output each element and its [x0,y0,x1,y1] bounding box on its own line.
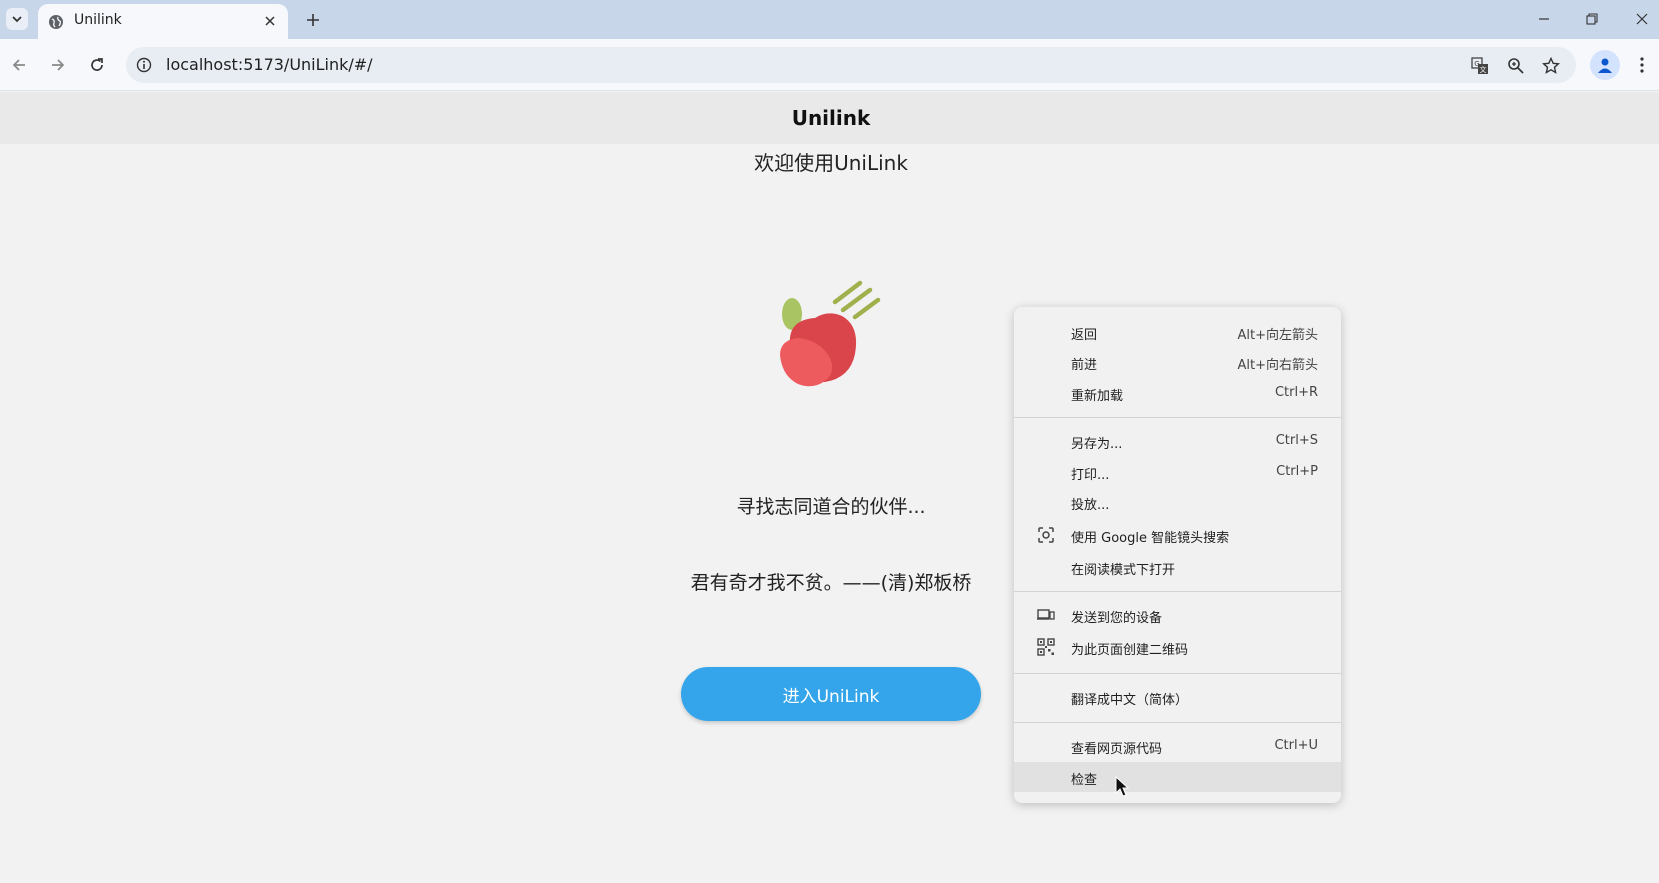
menu-item-forward[interactable]: 前进 Alt+向右箭头 [1014,347,1341,377]
menu-divider [1014,673,1341,674]
app-header: Unilink [0,92,1659,144]
context-menu: 返回 Alt+向左箭头 前进 Alt+向右箭头 重新加载 Ctrl+R 另存为.… [1014,307,1341,803]
menu-item-google-lens[interactable]: 使用 Google 智能镜头搜索 [1014,520,1341,550]
menu-item-print[interactable]: 打印... Ctrl+P [1014,457,1341,487]
welcome-text: 欢迎使用UniLink [754,151,908,175]
menu-item-reload[interactable]: 重新加载 Ctrl+R [1014,378,1341,408]
menu-item-label: 发送到您的设备 [1071,611,1163,626]
menu-item-label: 为此页面创建二维码 [1071,643,1189,658]
menu-item-shortcut: Ctrl+P [1276,464,1318,479]
back-button[interactable] [7,53,31,77]
menu-divider [1014,417,1341,418]
globe-icon [48,14,64,30]
reload-button[interactable] [85,53,109,77]
menu-item-label: 检查 [1071,773,1098,788]
menu-item-translate[interactable]: 翻译成中文（简体） [1014,682,1341,712]
plus-icon [307,14,319,26]
url-text: localhost:5173/UniLink/#/ [166,55,373,74]
page-content: Unilink 欢迎使用UniLink 寻找志同道合的伙伴... 君有奇才我不贫… [0,92,1659,883]
quote-text: 君有奇才我不贫。——(清)郑板桥 [690,572,972,594]
zoom-icon[interactable] [1506,56,1526,76]
menu-item-label: 使用 Google 智能镜头搜索 [1071,531,1230,546]
close-window-button[interactable] [1628,6,1656,32]
menu-item-save-as[interactable]: 另存为... Ctrl+S [1014,426,1341,456]
close-icon [1636,13,1648,25]
menu-item-qr-code[interactable]: 为此页面创建二维码 [1014,632,1341,662]
menu-item-view-source[interactable]: 查看网页源代码 Ctrl+U [1014,731,1341,761]
apple-logo [780,280,881,387]
menu-item-label: 打印... [1071,468,1110,483]
app-title: Unilink [791,106,871,130]
tagline-text: 寻找志同道合的伙伴... [736,496,926,518]
minimize-button[interactable] [1530,6,1558,32]
menu-item-label: 返回 [1071,328,1098,343]
menu-item-label: 前进 [1071,358,1098,373]
profile-avatar-icon[interactable] [1590,50,1620,80]
menu-item-back[interactable]: 返回 Alt+向左箭头 [1014,317,1341,347]
menu-item-reading-mode[interactable]: 在阅读模式下打开 [1014,552,1341,582]
reload-icon [91,58,103,71]
menu-item-label: 查看网页源代码 [1071,742,1163,757]
translate-icon[interactable]: 文G [1470,56,1490,76]
chevron-down-icon [12,16,22,23]
menu-item-shortcut: Alt+向左箭头 [1237,328,1319,343]
menu-item-shortcut: Ctrl+U [1274,738,1318,753]
menu-item-shortcut: Alt+向右箭头 [1237,358,1319,373]
new-tab-button[interactable] [302,9,324,31]
site-info-icon[interactable] [134,55,154,75]
close-tab-icon[interactable] [262,13,278,29]
bookmark-star-icon[interactable] [1541,56,1561,76]
svg-text:文: 文 [1480,65,1487,74]
mouse-cursor-icon [1115,776,1130,797]
enter-unilink-button[interactable]: 进入UniLink [681,667,981,721]
minimize-icon [1539,18,1549,20]
menu-item-shortcut: Ctrl+R [1274,385,1318,400]
menu-item-inspect[interactable]: 检查 [1014,762,1341,792]
address-bar[interactable]: localhost:5173/UniLink/#/ 文G [126,47,1576,83]
qr-code-icon [1036,637,1056,657]
arrow-right-icon [52,59,65,71]
tab-unilink[interactable]: Unilink [38,4,288,39]
restore-button[interactable] [1578,6,1606,32]
tab-strip: Unilink [0,0,1659,39]
svg-text:G: G [1474,60,1479,68]
menu-divider [1014,722,1341,723]
lens-icon [1036,525,1056,545]
menu-item-shortcut: Ctrl+S [1275,433,1318,448]
menu-item-label: 投放... [1071,498,1110,513]
menu-item-label: 翻译成中文（简体） [1071,693,1189,708]
forward-button[interactable] [46,53,70,77]
browser-toolbar: localhost:5173/UniLink/#/ 文G [0,39,1659,91]
tab-search-button[interactable] [6,8,28,30]
menu-item-label: 在阅读模式下打开 [1071,563,1176,578]
menu-divider [1014,591,1341,592]
menu-item-label: 另存为... [1071,437,1123,452]
menu-item-cast[interactable]: 投放... [1014,487,1341,517]
arrow-left-icon [12,59,25,71]
menu-item-label: 重新加载 [1071,389,1124,404]
devices-icon [1036,605,1056,625]
restore-icon [1586,13,1598,25]
menu-item-send-to-devices[interactable]: 发送到您的设备 [1014,600,1341,630]
tab-title: Unilink [74,12,122,28]
browser-menu-icon[interactable] [1632,53,1652,77]
